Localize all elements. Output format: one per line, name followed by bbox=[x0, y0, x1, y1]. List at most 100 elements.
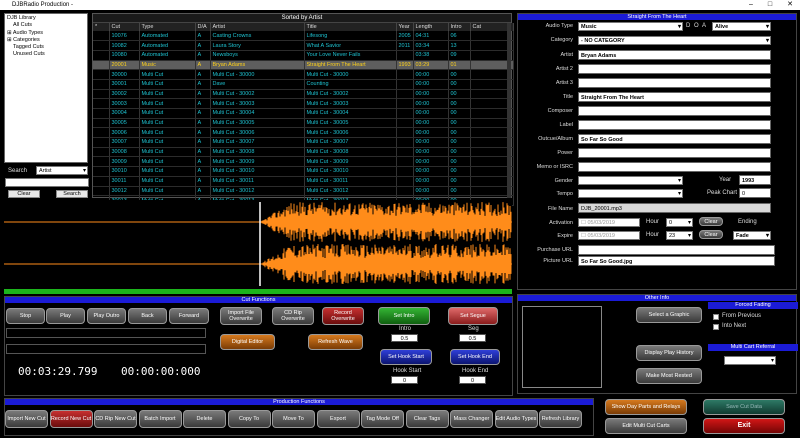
artist3-field[interactable] bbox=[578, 78, 771, 88]
tree-item-audio-types[interactable]: ⊞ Audio Types bbox=[7, 30, 85, 37]
composer-field[interactable] bbox=[578, 106, 771, 116]
table-row[interactable]: 30011 Multi Cut A Multi Cut - 30011 Multi Cu… bbox=[93, 176, 514, 187]
waveform-display[interactable] bbox=[4, 200, 512, 288]
cuts-grid[interactable]: Sorted by Artist * Cut Type D/A Artist Title Y… bbox=[92, 13, 514, 206]
set-hook-start-button[interactable]: Set Hook Start bbox=[380, 349, 432, 365]
expire-clear-button[interactable]: Clear bbox=[699, 230, 723, 239]
stop-button[interactable]: Stop bbox=[6, 308, 45, 324]
production-button[interactable]: Edit Audio Types bbox=[494, 410, 538, 428]
cd-rip-overwrite-button[interactable]: CD Rip Overwrite bbox=[272, 307, 314, 325]
search-button[interactable]: Search bbox=[56, 190, 88, 198]
intro-value[interactable]: 0.5 bbox=[391, 334, 418, 342]
picture-url-field[interactable]: So Far So Good.jpg bbox=[578, 256, 775, 266]
edit-multi-cut-carts-button[interactable]: Edit Multi Cut Carts bbox=[605, 418, 687, 434]
year-field[interactable]: 1993 bbox=[739, 175, 771, 185]
production-button[interactable]: CD Rip New Cut bbox=[94, 410, 137, 428]
table-row[interactable]: 10080 Automated A Newsboys Your Love Never F… bbox=[93, 50, 514, 61]
grid-col-header[interactable]: * bbox=[93, 23, 110, 31]
play-outro-button[interactable]: Play Outro bbox=[87, 308, 126, 324]
tree-root[interactable]: DJB Library bbox=[7, 15, 85, 22]
tree-item-categories[interactable]: ⊞ Categories bbox=[7, 37, 85, 44]
tempo-select[interactable] bbox=[578, 189, 683, 198]
table-row[interactable]: 10076 Automated A Casting Crowns Lifesong 200… bbox=[93, 31, 514, 42]
checkbox-icon[interactable]: ☐ bbox=[581, 233, 586, 239]
gender-select[interactable] bbox=[578, 176, 683, 185]
select-graphic-button[interactable]: Select a Graphic bbox=[636, 307, 702, 323]
memo-field[interactable] bbox=[578, 162, 771, 172]
production-button[interactable]: Refresh Library bbox=[539, 410, 582, 428]
title-field[interactable]: Straight From The Heart bbox=[578, 92, 771, 102]
set-hook-end-button[interactable]: Set Hook End bbox=[450, 349, 500, 365]
artist2-field[interactable] bbox=[578, 64, 771, 74]
seg-value[interactable]: 0.5 bbox=[459, 334, 486, 342]
doa-select[interactable]: Alive bbox=[712, 22, 771, 31]
checkbox-icon[interactable]: ☐ bbox=[581, 220, 586, 226]
expand-icon[interactable]: ⊞ bbox=[7, 30, 12, 36]
exit-button[interactable]: Exit bbox=[703, 418, 785, 434]
close-window-button[interactable]: ✕ bbox=[781, 0, 799, 10]
back-button[interactable]: Back bbox=[128, 308, 167, 324]
production-button[interactable]: Import New Cut bbox=[5, 410, 48, 428]
search-input[interactable] bbox=[5, 178, 89, 187]
clear-search-button[interactable]: Clear bbox=[8, 190, 40, 198]
save-cut-data-button[interactable]: Save Cut Data bbox=[703, 399, 785, 415]
table-row[interactable]: 30012 Multi Cut A Multi Cut - 30012 Multi Cu… bbox=[93, 186, 514, 197]
table-row[interactable]: 30001 Multi Cut A Dave Counting 00:00 00 bbox=[93, 79, 514, 90]
grid-col-header[interactable]: Type bbox=[139, 23, 196, 31]
grid-col-header[interactable]: Intro bbox=[448, 23, 471, 31]
activation-clear-button[interactable]: Clear bbox=[699, 217, 723, 226]
production-button[interactable]: Delete bbox=[183, 410, 226, 428]
hook-start-value[interactable]: 0 bbox=[391, 376, 418, 384]
table-row[interactable]: 30006 Multi Cut A Multi Cut - 30006 Multi Cu… bbox=[93, 127, 514, 139]
ending-select[interactable]: Fade bbox=[733, 231, 771, 240]
production-button[interactable]: Move To bbox=[272, 410, 315, 428]
forward-button[interactable]: Forward bbox=[169, 308, 209, 324]
minimize-button[interactable]: – bbox=[742, 0, 760, 10]
audio-type-select[interactable]: Music bbox=[578, 22, 683, 31]
library-tree[interactable]: DJB Library All Cuts ⊞ Audio Types ⊞ Cat… bbox=[4, 13, 88, 163]
activation-date[interactable]: ☐ 05/03/2019 bbox=[578, 218, 640, 227]
production-button[interactable]: Clear Tags bbox=[405, 410, 449, 428]
table-row[interactable]: 10082 Automated A Laura Story What A Savior 2… bbox=[93, 40, 514, 51]
purchase-url-field[interactable] bbox=[578, 245, 775, 255]
search-field-select[interactable]: Artist bbox=[36, 166, 88, 175]
table-row[interactable]: 30000 Multi Cut A Multi Cut - 30000 Multi Cu… bbox=[93, 69, 514, 80]
production-button[interactable]: Export bbox=[316, 410, 360, 428]
grid-col-header[interactable]: Cut bbox=[109, 23, 140, 31]
production-button[interactable]: Record New Cut bbox=[49, 410, 93, 428]
play-button[interactable]: Play bbox=[46, 308, 85, 324]
table-row[interactable]: 30008 Multi Cut A Multi Cut - 30008 Multi Cu… bbox=[93, 147, 514, 158]
expand-icon[interactable]: ⊞ bbox=[7, 37, 12, 43]
maximize-button[interactable]: □ bbox=[761, 0, 779, 10]
cuts-table[interactable]: * Cut Type D/A Artist Title Year Length Intro Cat… bbox=[93, 23, 514, 206]
expire-date[interactable]: ☐ 05/03/2019 bbox=[578, 231, 640, 240]
grid-col-header[interactable]: Artist bbox=[210, 23, 305, 31]
table-row[interactable]: 30010 Multi Cut A Multi Cut - 30010 Multi Cu… bbox=[93, 166, 514, 177]
tree-item-all-cuts[interactable]: All Cuts bbox=[7, 22, 85, 29]
production-button[interactable]: Copy To bbox=[227, 410, 271, 428]
into-next-checkbox[interactable] bbox=[713, 324, 719, 330]
table-row[interactable]: 30007 Multi Cut A Multi Cut - 30007 Multi Cu… bbox=[93, 137, 514, 148]
peak-chart-field[interactable]: 0 bbox=[739, 188, 771, 198]
grid-col-header[interactable]: D/A bbox=[195, 23, 211, 31]
album-field[interactable]: So Far So Good bbox=[578, 134, 771, 144]
table-row[interactable]: 30005 Multi Cut A Multi Cut - 30005 Multi Cu… bbox=[93, 118, 514, 129]
production-button[interactable]: Batch Import bbox=[138, 410, 182, 428]
table-row[interactable]: 30009 Multi Cut A Multi Cut - 30009 Multi Cu… bbox=[93, 156, 514, 168]
artist-field[interactable]: Bryan Adams bbox=[578, 50, 771, 60]
expire-hour-select[interactable]: 23 bbox=[666, 231, 693, 240]
multi-cart-select[interactable] bbox=[724, 356, 776, 365]
digital-editor-button[interactable]: Digital Editor bbox=[220, 334, 275, 350]
show-day-parts-button[interactable]: Show Day Parts and Relays bbox=[605, 399, 687, 415]
label-field[interactable] bbox=[578, 120, 771, 130]
production-button[interactable]: Mass Changer bbox=[450, 410, 493, 428]
import-file-overwrite-button[interactable]: Import File Overwrite bbox=[220, 307, 262, 325]
make-most-rested-button[interactable]: Make Most Rested bbox=[636, 368, 702, 384]
production-button[interactable]: Tag Mode Off bbox=[361, 410, 404, 428]
grid-col-header[interactable]: Title bbox=[304, 23, 397, 31]
category-select[interactable]: - NO CATEGORY bbox=[578, 36, 771, 45]
record-overwrite-button[interactable]: Record Overwrite bbox=[322, 307, 364, 325]
from-previous-checkbox[interactable] bbox=[713, 314, 719, 320]
refresh-wave-button[interactable]: Refresh Wave bbox=[308, 334, 363, 350]
table-row[interactable]: 30004 Multi Cut A Multi Cut - 30004 Multi Cu… bbox=[93, 108, 514, 119]
